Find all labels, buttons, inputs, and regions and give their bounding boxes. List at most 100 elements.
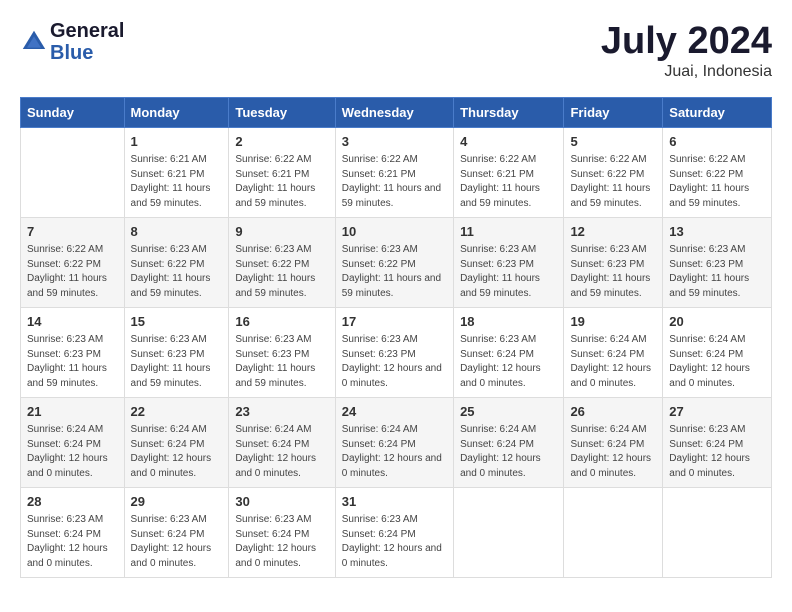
day-info: Sunrise: 6:23 AMSunset: 6:22 PMDaylight:…: [235, 243, 328, 301]
logo: General Blue: [20, 20, 124, 64]
calendar-cell: 22 Sunrise: 6:24 AMSunset: 6:24 PMDayligh…: [124, 398, 229, 488]
day-number: 22: [131, 403, 223, 421]
calendar-cell: 1 Sunrise: 6:21 AMSunset: 6:21 PMDaylight…: [124, 128, 229, 218]
calendar-cell: 5Sunrise: 6:22 AMSunset: 6:22 PMDaylight…: [564, 128, 663, 218]
day-header-thursday: Thursday: [454, 98, 564, 128]
calendar-week-row: 1 Sunrise: 6:21 AMSunset: 6:21 PMDaylight…: [21, 128, 772, 218]
day-number: 30: [235, 493, 328, 511]
day-info: Sunrise: 6:23 AMSunset: 6:23 PMDaylight:…: [27, 333, 118, 391]
day-number: 20: [669, 313, 765, 331]
day-info: Sunrise: 6:23 AMSunset: 6:22 PMDaylight:…: [131, 243, 223, 301]
day-info: Sunrise: 6:22 AMSunset: 6:22 PMDaylight:…: [27, 243, 118, 301]
day-info: Sunrise: 6:24 AMSunset: 6:24 PMDaylight:…: [460, 423, 557, 481]
day-number: 13: [669, 223, 765, 241]
calendar-cell: 15 Sunrise: 6:23 AMSunset: 6:23 PMDayligh…: [124, 308, 229, 398]
day-number: 27: [669, 403, 765, 421]
day-number: 14: [27, 313, 118, 331]
calendar-cell: 27 Sunrise: 6:23 AMSunset: 6:24 PMDayligh…: [663, 398, 772, 488]
day-number: 7: [27, 223, 118, 241]
calendar-cell: 25Sunrise: 6:24 AMSunset: 6:24 PMDayligh…: [454, 398, 564, 488]
day-header-tuesday: Tuesday: [229, 98, 335, 128]
day-info: Sunrise: 6:24 AMSunset: 6:24 PMDaylight:…: [342, 423, 447, 481]
day-header-saturday: Saturday: [663, 98, 772, 128]
logo-text-line2: Blue: [50, 42, 124, 64]
calendar-cell: 7 Sunrise: 6:22 AMSunset: 6:22 PMDaylight…: [21, 218, 125, 308]
day-number: 18: [460, 313, 557, 331]
calendar-cell: 9 Sunrise: 6:23 AMSunset: 6:22 PMDaylight…: [229, 218, 335, 308]
day-info: Sunrise: 6:23 AMSunset: 6:23 PMDaylight:…: [669, 243, 765, 301]
day-number: 1: [131, 133, 223, 151]
calendar-cell: 26Sunrise: 6:24 AMSunset: 6:24 PMDayligh…: [564, 398, 663, 488]
page-header: General Blue July 2024 Juai, Indonesia: [20, 20, 772, 81]
day-info: Sunrise: 6:24 AMSunset: 6:24 PMDaylight:…: [570, 333, 656, 391]
title-block: July 2024 Juai, Indonesia: [601, 20, 772, 81]
day-info: Sunrise: 6:22 AMSunset: 6:22 PMDaylight:…: [570, 153, 656, 211]
page-title: July 2024: [601, 20, 772, 63]
day-info: Sunrise: 6:24 AMSunset: 6:24 PMDaylight:…: [131, 423, 223, 481]
calendar-cell: 10 Sunrise: 6:23 AMSunset: 6:22 PMDayligh…: [335, 218, 453, 308]
day-info: Sunrise: 6:23 AMSunset: 6:23 PMDaylight:…: [235, 333, 328, 391]
day-info: Sunrise: 6:23 AMSunset: 6:24 PMDaylight:…: [460, 333, 557, 391]
day-number: 4: [460, 133, 557, 151]
day-number: 19: [570, 313, 656, 331]
calendar-cell: 20 Sunrise: 6:24 AMSunset: 6:24 PMDayligh…: [663, 308, 772, 398]
day-info: Sunrise: 6:23 AMSunset: 6:24 PMDaylight:…: [669, 423, 765, 481]
day-info: Sunrise: 6:23 AMSunset: 6:23 PMDaylight:…: [460, 243, 557, 301]
day-number: 12: [570, 223, 656, 241]
day-info: Sunrise: 6:23 AMSunset: 6:23 PMDaylight:…: [570, 243, 656, 301]
calendar-cell: 3 Sunrise: 6:22 AMSunset: 6:21 PMDaylight…: [335, 128, 453, 218]
calendar-week-row: 28 Sunrise: 6:23 AMSunset: 6:24 PMDayligh…: [21, 488, 772, 578]
day-header-monday: Monday: [124, 98, 229, 128]
logo-text-line1: General: [50, 20, 124, 42]
day-info: Sunrise: 6:22 AMSunset: 6:21 PMDaylight:…: [235, 153, 328, 211]
day-number: 3: [342, 133, 447, 151]
day-header-wednesday: Wednesday: [335, 98, 453, 128]
calendar-week-row: 14 Sunrise: 6:23 AMSunset: 6:23 PMDayligh…: [21, 308, 772, 398]
calendar-week-row: 21 Sunrise: 6:24 AMSunset: 6:24 PMDayligh…: [21, 398, 772, 488]
day-info: Sunrise: 6:23 AMSunset: 6:24 PMDaylight:…: [342, 513, 447, 571]
day-number: 31: [342, 493, 447, 511]
calendar-cell: 21 Sunrise: 6:24 AMSunset: 6:24 PMDayligh…: [21, 398, 125, 488]
day-info: Sunrise: 6:22 AMSunset: 6:21 PMDaylight:…: [460, 153, 557, 211]
day-number: 15: [131, 313, 223, 331]
day-info: Sunrise: 6:24 AMSunset: 6:24 PMDaylight:…: [235, 423, 328, 481]
day-header-sunday: Sunday: [21, 98, 125, 128]
day-info: Sunrise: 6:24 AMSunset: 6:24 PMDaylight:…: [570, 423, 656, 481]
day-info: Sunrise: 6:23 AMSunset: 6:24 PMDaylight:…: [235, 513, 328, 571]
day-number: 17: [342, 313, 447, 331]
calendar-cell: 29Sunrise: 6:23 AMSunset: 6:24 PMDayligh…: [124, 488, 229, 578]
calendar-cell: [21, 128, 125, 218]
calendar-cell: [454, 488, 564, 578]
day-info: Sunrise: 6:23 AMSunset: 6:23 PMDaylight:…: [342, 333, 447, 391]
logo-icon: [20, 28, 48, 56]
day-number: 23: [235, 403, 328, 421]
calendar-cell: 28Sunrise: 6:23 AMSunset: 6:24 PMDayligh…: [21, 488, 125, 578]
day-info: Sunrise: 6:23 AMSunset: 6:24 PMDaylight:…: [131, 513, 223, 571]
day-info: Sunrise: 6:23 AMSunset: 6:23 PMDaylight:…: [131, 333, 223, 391]
day-number: 8: [131, 223, 223, 241]
calendar-cell: 12 Sunrise: 6:23 AMSunset: 6:23 PMDayligh…: [564, 218, 663, 308]
page-subtitle: Juai, Indonesia: [601, 63, 772, 81]
calendar-header: SundayMondayTuesdayWednesdayThursdayFrid…: [21, 98, 772, 128]
calendar-cell: 16Sunrise: 6:23 AMSunset: 6:23 PMDayligh…: [229, 308, 335, 398]
day-info: Sunrise: 6:24 AMSunset: 6:24 PMDaylight:…: [27, 423, 118, 481]
calendar-cell: 6Sunrise: 6:22 AMSunset: 6:22 PMDaylight…: [663, 128, 772, 218]
calendar-week-row: 7 Sunrise: 6:22 AMSunset: 6:22 PMDaylight…: [21, 218, 772, 308]
day-info: Sunrise: 6:23 AMSunset: 6:22 PMDaylight:…: [342, 243, 447, 301]
day-info: Sunrise: 6:24 AMSunset: 6:24 PMDaylight:…: [669, 333, 765, 391]
calendar-cell: 18 Sunrise: 6:23 AMSunset: 6:24 PMDayligh…: [454, 308, 564, 398]
calendar-cell: 4 Sunrise: 6:22 AMSunset: 6:21 PMDaylight…: [454, 128, 564, 218]
calendar-cell: [663, 488, 772, 578]
day-number: 10: [342, 223, 447, 241]
day-number: 2: [235, 133, 328, 151]
day-info: Sunrise: 6:22 AMSunset: 6:21 PMDaylight:…: [342, 153, 447, 211]
days-of-week-row: SundayMondayTuesdayWednesdayThursdayFrid…: [21, 98, 772, 128]
calendar-cell: 11Sunrise: 6:23 AMSunset: 6:23 PMDayligh…: [454, 218, 564, 308]
calendar-cell: 30 Sunrise: 6:23 AMSunset: 6:24 PMDayligh…: [229, 488, 335, 578]
day-number: 21: [27, 403, 118, 421]
day-number: 28: [27, 493, 118, 511]
day-info: Sunrise: 6:21 AMSunset: 6:21 PMDaylight:…: [131, 153, 223, 211]
day-number: 6: [669, 133, 765, 151]
calendar-cell: 13 Sunrise: 6:23 AMSunset: 6:23 PMDayligh…: [663, 218, 772, 308]
day-number: 9: [235, 223, 328, 241]
